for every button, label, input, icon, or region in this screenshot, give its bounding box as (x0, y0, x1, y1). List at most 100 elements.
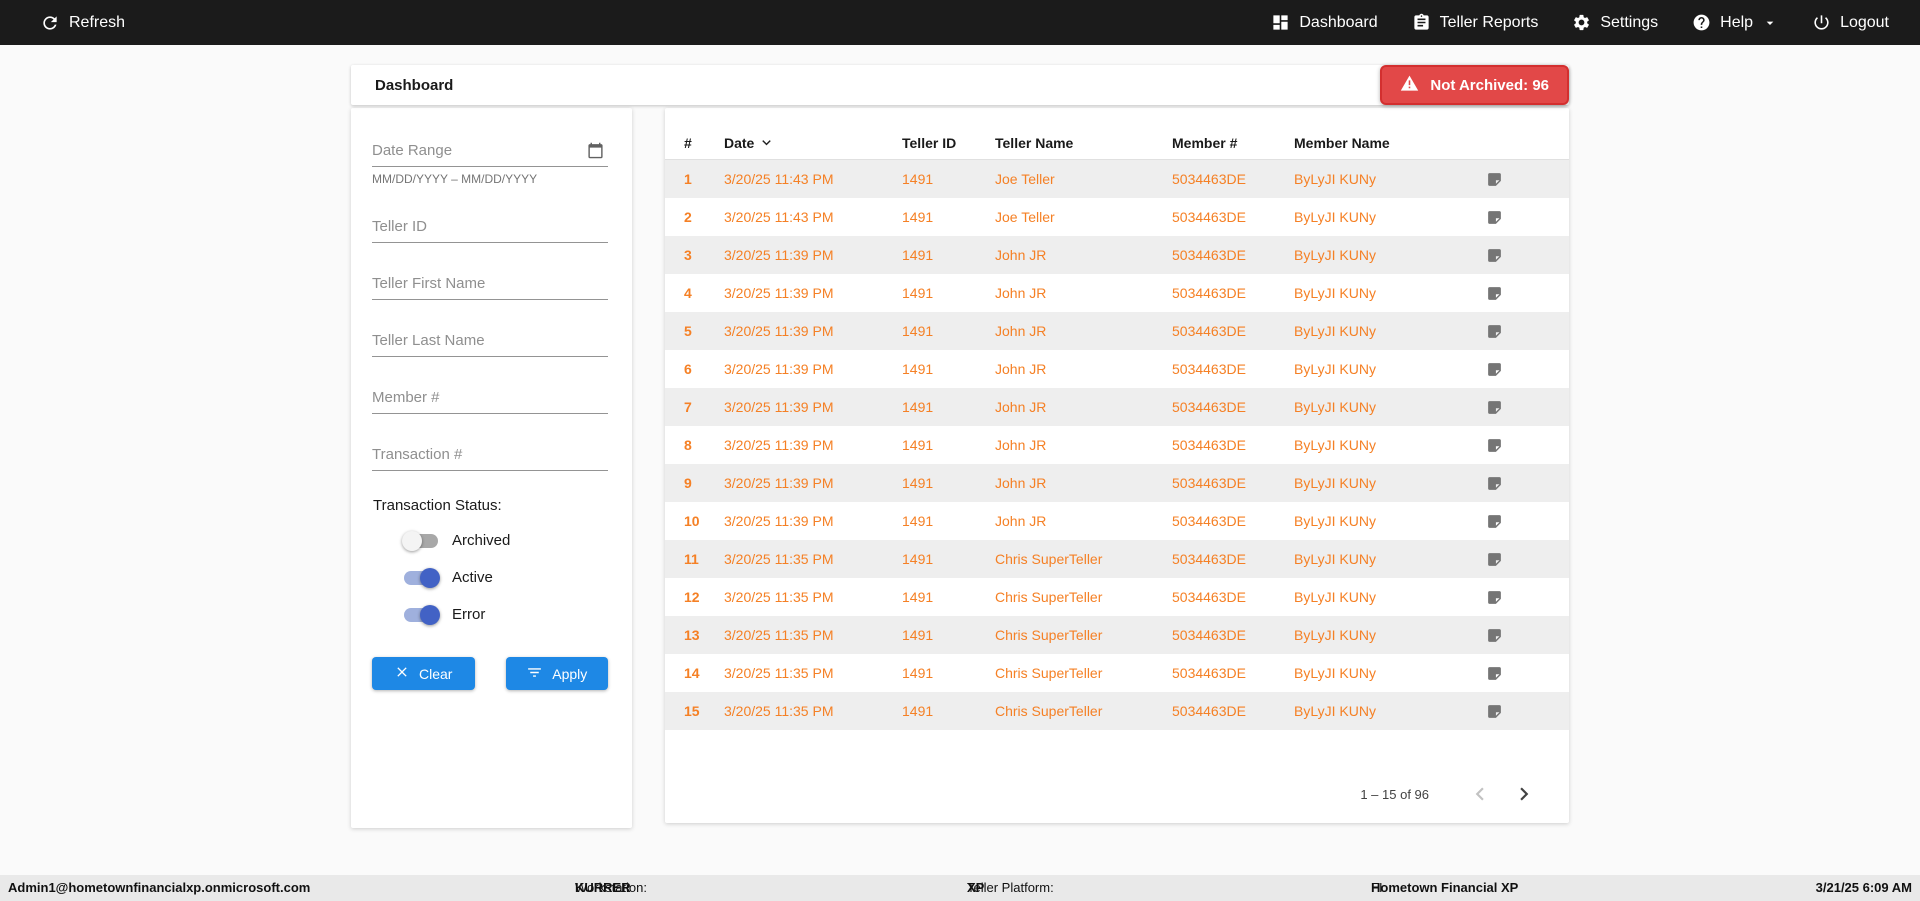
pagination: 1 – 15 of 96 (665, 779, 1569, 809)
teller-last-name-field (372, 326, 608, 357)
col-member-num: Member # (1172, 134, 1238, 151)
row-member-number: 5034463DE (1172, 361, 1246, 377)
col-date-label: Date (724, 134, 755, 151)
note-icon[interactable] (1484, 399, 1504, 416)
note-icon[interactable] (1484, 475, 1504, 492)
main-content: Dashboard Not Archived: 96 MM/DD/YYYY – … (351, 65, 1569, 828)
row-teller-id: 1491 (902, 209, 934, 225)
table-row[interactable]: 6 3/20/25 11:39 PM 1491 John JR 5034463DE ByL… (665, 350, 1569, 388)
member-number-field (372, 383, 608, 414)
clear-button[interactable]: Clear (372, 657, 475, 690)
refresh-icon (40, 13, 60, 33)
logged-in-user: Admin1@hometownfinancialxp.onmicrosoft.c… (8, 880, 311, 895)
row-teller-name: John JR (995, 399, 1047, 415)
nav-settings-label: Settings (1600, 13, 1659, 31)
toggle-active[interactable]: Active (404, 567, 608, 588)
row-member-number: 5034463DE (1172, 323, 1246, 339)
note-icon[interactable] (1484, 589, 1504, 606)
table-row[interactable]: 3 3/20/25 11:39 PM 1491 John JR 5034463DE ByL… (665, 236, 1569, 274)
warning-triangle-icon (1400, 74, 1419, 97)
toggle-error-label: Error (452, 606, 486, 623)
row-date: 3/20/25 11:39 PM (724, 399, 834, 415)
row-member-name: ByLyJI KUNy (1294, 361, 1376, 377)
row-teller-id: 1491 (902, 285, 934, 301)
note-icon[interactable] (1484, 171, 1504, 188)
note-icon[interactable] (1484, 323, 1504, 340)
prev-page-button[interactable] (1465, 779, 1495, 809)
dashboard-icon (1271, 13, 1290, 32)
archived-switch[interactable] (402, 530, 438, 551)
row-teller-name: John JR (995, 513, 1047, 529)
nav-dashboard[interactable]: Dashboard (1271, 13, 1378, 32)
table-row[interactable]: 4 3/20/25 11:39 PM 1491 John JR 5034463DE ByL… (665, 274, 1569, 312)
table-row[interactable]: 5 3/20/25 11:39 PM 1491 John JR 5034463DE ByL… (665, 312, 1569, 350)
table-row[interactable]: 15 3/20/25 11:35 PM 1491 Chris SuperTeller 5… (665, 692, 1569, 730)
transactions-table: # Date Teller ID Teller Name Member # Me… (665, 108, 1569, 823)
workstation-info: Workstation: KURRER (575, 875, 647, 901)
table-row[interactable]: 8 3/20/25 11:39 PM 1491 John JR 5034463DE ByL… (665, 426, 1569, 464)
note-icon[interactable] (1484, 703, 1504, 720)
nav-settings[interactable]: Settings (1572, 13, 1658, 32)
transaction-number-input[interactable] (372, 440, 608, 471)
member-number-input[interactable] (372, 383, 608, 414)
row-member-name: ByLyJI KUNy (1294, 171, 1376, 187)
table-row[interactable]: 2 3/20/25 11:43 PM 1491 Joe Teller 5034463DE… (665, 198, 1569, 236)
apply-button[interactable]: Apply (505, 657, 608, 690)
table-row[interactable]: 10 3/20/25 11:39 PM 1491 John JR 5034463DE By… (665, 502, 1569, 540)
table-row[interactable]: 1 3/20/25 11:43 PM 1491 Joe Teller 5034463DE… (665, 160, 1569, 198)
note-icon[interactable] (1484, 513, 1504, 530)
note-icon[interactable] (1484, 247, 1504, 264)
toggle-error[interactable]: Error (404, 604, 608, 625)
toggle-archived-label: Archived (452, 532, 511, 549)
row-teller-name: Chris SuperTeller (995, 665, 1103, 681)
row-date: 3/20/25 11:35 PM (724, 627, 834, 643)
workstation-label: Workstation: (575, 880, 648, 895)
note-icon[interactable] (1484, 627, 1504, 644)
table-body: 1 3/20/25 11:43 PM 1491 Joe Teller 5034463DE… (665, 160, 1569, 730)
refresh-label: Refresh (69, 13, 126, 31)
active-switch[interactable] (404, 567, 440, 588)
nav-logout[interactable]: Logout (1812, 13, 1889, 32)
row-number: 4 (684, 285, 692, 301)
table-row[interactable]: 7 3/20/25 11:39 PM 1491 John JR 5034463DE ByL… (665, 388, 1569, 426)
refresh-button[interactable]: Refresh (40, 13, 125, 33)
note-icon[interactable] (1484, 437, 1504, 454)
row-member-number: 5034463DE (1172, 247, 1246, 263)
nav-help[interactable]: Help (1692, 13, 1778, 32)
not-archived-badge[interactable]: Not Archived: 96 (1380, 65, 1569, 105)
table-row[interactable]: 14 3/20/25 11:35 PM 1491 Chris SuperTeller 5… (665, 654, 1569, 692)
table-row[interactable]: 13 3/20/25 11:35 PM 1491 Chris SuperTeller 5… (665, 616, 1569, 654)
nav-teller-reports[interactable]: Teller Reports (1412, 13, 1538, 32)
row-teller-name: Joe Teller (995, 171, 1055, 187)
table-row[interactable]: 11 3/20/25 11:35 PM 1491 Chris SuperTeller 5… (665, 540, 1569, 578)
note-icon[interactable] (1484, 361, 1504, 378)
note-icon[interactable] (1484, 285, 1504, 302)
note-icon[interactable] (1484, 665, 1504, 682)
toggle-archived[interactable]: Archived (402, 530, 608, 551)
date-range-input[interactable] (372, 136, 608, 167)
calendar-icon[interactable] (587, 142, 604, 164)
table-row[interactable]: 12 3/20/25 11:35 PM 1491 Chris SuperTeller 5… (665, 578, 1569, 616)
row-date: 3/20/25 11:39 PM (724, 247, 834, 263)
row-teller-id: 1491 (902, 323, 934, 339)
row-number: 13 (684, 627, 700, 643)
row-date: 3/20/25 11:39 PM (724, 437, 834, 453)
note-icon[interactable] (1484, 209, 1504, 226)
teller-first-name-input[interactable] (372, 269, 608, 300)
row-number: 12 (684, 589, 700, 605)
row-member-name: ByLyJI KUNy (1294, 285, 1376, 301)
row-member-name: ByLyJI KUNy (1294, 323, 1376, 339)
table-row[interactable]: 9 3/20/25 11:39 PM 1491 John JR 5034463DE ByL… (665, 464, 1569, 502)
row-member-name: ByLyJI KUNy (1294, 627, 1376, 643)
row-date: 3/20/25 11:39 PM (724, 513, 834, 529)
row-teller-id: 1491 (902, 247, 934, 263)
next-page-button[interactable] (1509, 779, 1539, 809)
col-date[interactable]: Date (724, 134, 902, 151)
teller-platform-label: Teller Platform: (967, 880, 1054, 895)
teller-id-input[interactable] (372, 212, 608, 243)
teller-last-name-input[interactable] (372, 326, 608, 357)
note-icon[interactable] (1484, 551, 1504, 568)
row-number: 8 (684, 437, 692, 453)
error-switch[interactable] (404, 604, 440, 625)
row-teller-name: Joe Teller (995, 209, 1055, 225)
